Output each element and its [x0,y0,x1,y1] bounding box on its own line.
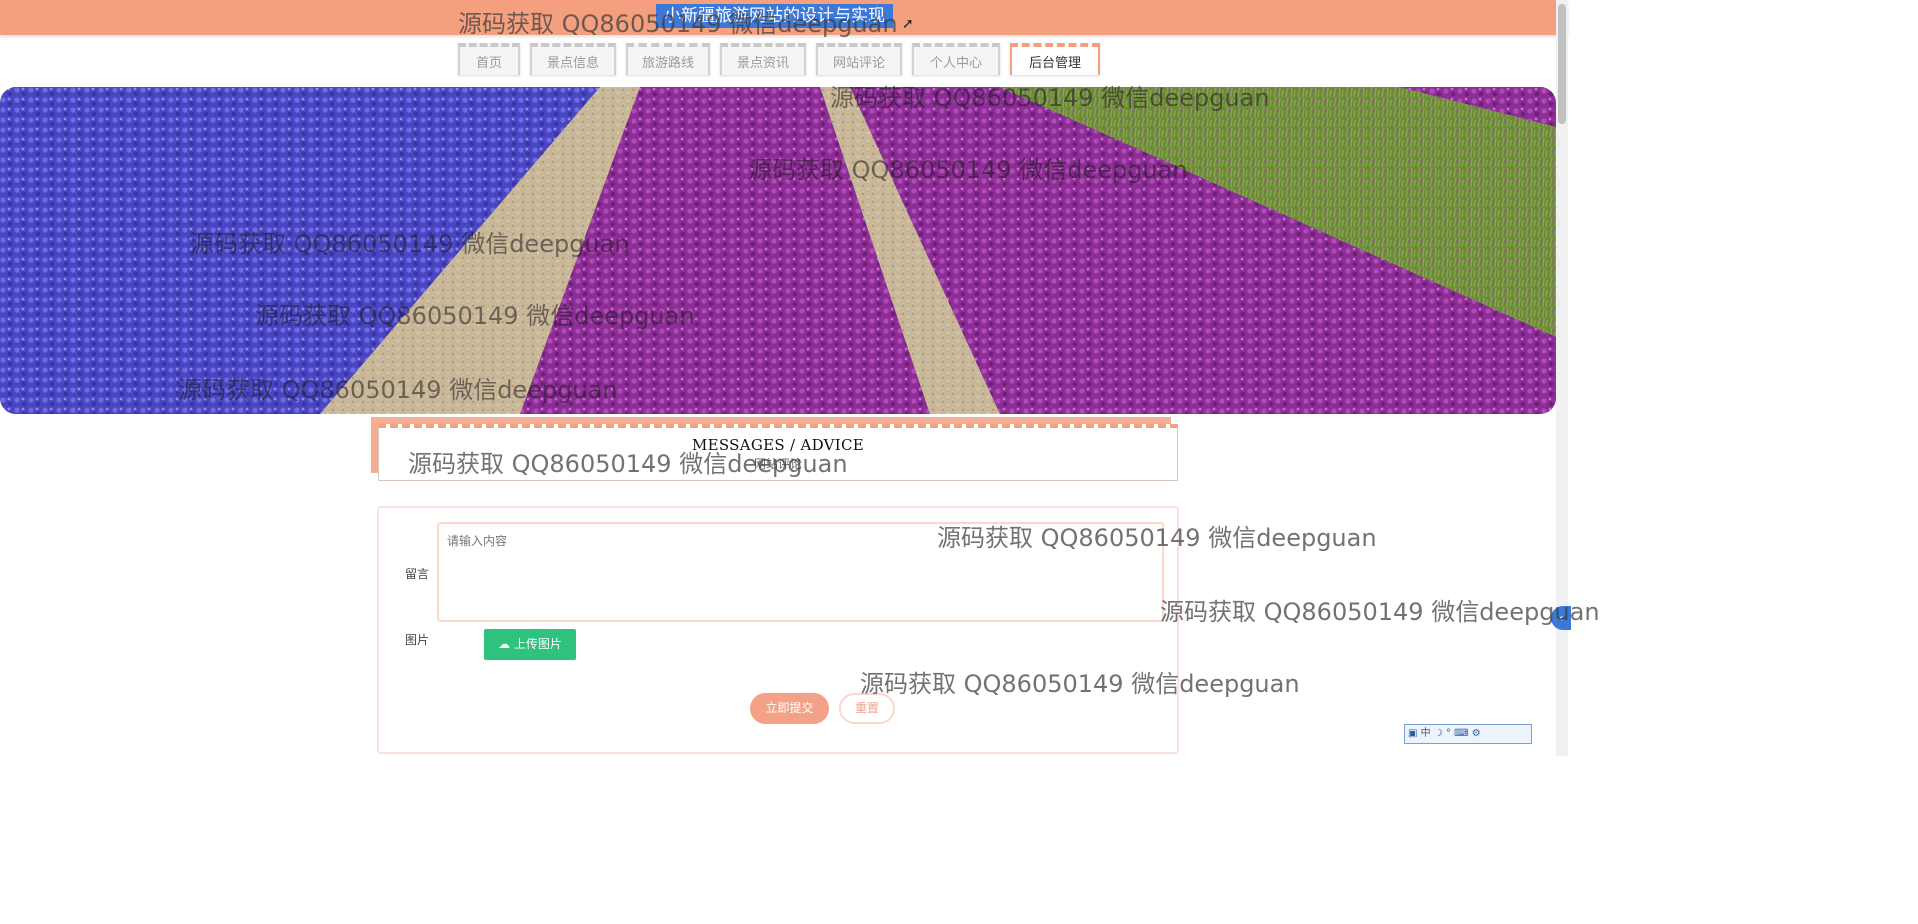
nav-item-personal-center[interactable]: 个人中心 [912,43,1000,75]
nav-item-home[interactable]: 首页 [458,43,520,75]
site-title: 小新疆旅游网站的设计与实现 [656,4,893,28]
section-title-en: MESSAGES / ADVICE [691,436,865,454]
nav-item-scenic-news[interactable]: 景点资讯 [720,43,806,75]
side-collapse-icon[interactable]: ‹ [1551,606,1571,630]
upload-image-button[interactable]: ☁ 上传图片 [484,629,576,660]
hero-banner-image [0,87,1556,414]
top-header-bar: 小新疆旅游网站的设计与实现 ➚ [0,0,1568,35]
watermark: 源码获取 QQ86050149 微信deepguan [1160,598,1600,626]
nav-item-scenic-info[interactable]: 景点信息 [530,43,616,75]
ime-status-text: 中 ☽ ° ⌨ ⚙ [1420,728,1481,739]
message-label: 留言 [405,567,430,581]
nav-item-site-comments[interactable]: 网站评论 [816,43,902,75]
mouse-cursor-icon: ➚ [902,16,914,32]
cloud-upload-icon: ☁ [498,637,511,651]
nav-item-travel-routes[interactable]: 旅游路线 [626,43,710,75]
reset-button[interactable]: 重置 [839,693,895,724]
submit-button[interactable]: 立即提交 [750,693,829,724]
image-label: 图片 [405,633,430,647]
section-header: MESSAGES / ADVICE 网站评论 [378,424,1178,481]
scrollbar-thumb[interactable] [1558,4,1566,124]
page-scrollbar[interactable] [1556,0,1568,756]
nav-item-admin[interactable]: 后台管理 [1010,43,1100,75]
upload-image-label: 上传图片 [513,637,562,651]
message-textarea[interactable] [437,522,1164,622]
ime-logo-icon: ▣ [1408,728,1418,739]
section-title-cn: 网站评论 [753,457,802,471]
ime-toolbar[interactable]: ▣ 中 ☽ ° ⌨ ⚙ [1404,724,1532,744]
